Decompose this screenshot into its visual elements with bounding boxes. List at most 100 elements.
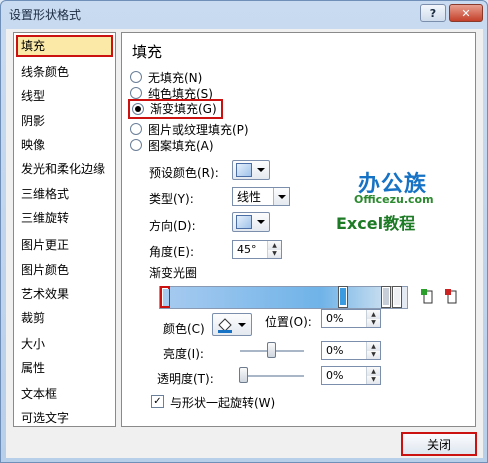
radio-indicator	[130, 139, 142, 151]
sidebar-item-properties[interactable]: 属性	[16, 357, 113, 379]
spin-down-icon[interactable]: ▼	[367, 318, 380, 327]
remove-gradient-stop-icon	[445, 289, 457, 304]
brightness-label: 亮度(I):	[163, 347, 204, 361]
spin-down-icon[interactable]: ▼	[268, 249, 281, 258]
sidebar-item-shadow[interactable]: 阴影	[16, 110, 113, 132]
gradient-stops-bar[interactable]	[159, 286, 408, 309]
stop-color	[163, 289, 169, 306]
preset-colors-label: 预设颜色(R):	[149, 166, 219, 180]
help-button[interactable]: ?	[420, 4, 446, 22]
sidebar-item-artistic-effects[interactable]: 艺术效果	[16, 283, 113, 305]
type-select[interactable]: 线性	[232, 187, 290, 206]
remove-stop-button[interactable]	[443, 288, 461, 306]
format-shape-dialog: 设置形状格式 ? ✕ 填充 线条颜色 线型 阴影 映像 发光和柔化边缘 三维格式…	[0, 0, 488, 463]
brightness-value: 0%	[326, 344, 344, 357]
sidebar-item-glow[interactable]: 发光和柔化边缘	[16, 158, 113, 180]
sidebar-item-crop[interactable]: 裁剪	[16, 307, 113, 329]
radio-no-fill[interactable]: 无填充(N)	[130, 69, 202, 85]
dialog-client: 填充 线条颜色 线型 阴影 映像 发光和柔化边缘 三维格式 三维旋转 图片更正 …	[6, 29, 483, 458]
chevron-down-icon	[257, 168, 265, 172]
spin-down-icon[interactable]: ▼	[367, 350, 380, 359]
gradient-stops-label: 渐变光圈	[149, 266, 198, 280]
rotate-with-shape-label: 与形状一起旋转(W)	[170, 396, 276, 410]
type-label: 类型(Y):	[149, 192, 194, 206]
transparency-spinner[interactable]: 0% ▲ ▼	[321, 366, 381, 385]
help-icon: ?	[429, 6, 437, 20]
gradient-stop-3[interactable]	[381, 286, 391, 308]
stop-color	[383, 288, 389, 305]
radio-indicator	[130, 123, 142, 135]
chevron-down-icon	[238, 322, 246, 327]
sidebar-item-3d-rotation[interactable]: 三维旋转	[16, 207, 113, 229]
watermark-url: Officezu.com	[354, 193, 434, 206]
color-label: 颜色(C)	[163, 322, 205, 336]
fill-panel: 填充 无填充(N) 纯色填充(S) 渐变填充(G) 图片或纹理填充(P) 图案填…	[121, 32, 476, 427]
close-icon: ✕	[461, 6, 471, 20]
direction-button[interactable]	[232, 212, 270, 232]
spin-up-icon[interactable]: ▲	[367, 310, 380, 319]
radio-gradient-fill[interactable]: 渐变填充(G)	[128, 99, 223, 119]
stop-color-button[interactable]	[212, 313, 252, 336]
angle-spinner[interactable]: 45° ▲ ▼	[232, 240, 282, 259]
radio-indicator-checked	[132, 103, 144, 115]
add-stop-button[interactable]	[419, 288, 437, 306]
panel-heading: 填充	[132, 43, 163, 61]
add-gradient-stop-icon	[421, 289, 433, 304]
radio-picture-fill[interactable]: 图片或纹理填充(P)	[130, 121, 249, 137]
sidebar-item-picture-color[interactable]: 图片颜色	[16, 259, 113, 281]
spinner-arrows[interactable]: ▲ ▼	[366, 310, 380, 327]
radio-indicator	[130, 87, 142, 99]
title-close-button[interactable]: ✕	[449, 4, 483, 22]
radio-pattern-fill[interactable]: 图案填充(A)	[130, 137, 214, 153]
chevron-down-icon	[277, 194, 286, 199]
watermark-caption: Excel教程	[336, 214, 416, 233]
sidebar-item-text-box[interactable]: 文本框	[16, 383, 113, 405]
spinner-arrows[interactable]: ▲ ▼	[267, 241, 281, 258]
gradient-stop-4[interactable]	[392, 286, 402, 308]
transparency-slider-track[interactable]	[240, 375, 304, 377]
sidebar-item-size[interactable]: 大小	[16, 333, 113, 355]
spin-up-icon[interactable]: ▲	[367, 342, 380, 351]
spinner-arrows[interactable]: ▲ ▼	[366, 367, 380, 384]
gradient-swatch-icon	[236, 163, 252, 177]
sidebar-item-3d-format[interactable]: 三维格式	[16, 183, 113, 205]
preset-colors-button[interactable]	[232, 160, 270, 180]
dropdown-button[interactable]	[273, 188, 289, 205]
type-value: 线性	[237, 190, 262, 204]
transparency-value: 0%	[326, 369, 344, 382]
sidebar-item-picture-corrections[interactable]: 图片更正	[16, 234, 113, 256]
gradient-stop-2[interactable]	[338, 286, 348, 308]
spin-down-icon[interactable]: ▼	[367, 375, 380, 384]
transparency-label: 透明度(T):	[157, 372, 214, 386]
direction-swatch-icon	[236, 215, 252, 229]
chevron-down-icon	[257, 220, 265, 224]
dialog-title: 设置形状格式	[9, 8, 82, 22]
spin-up-icon[interactable]: ▲	[367, 367, 380, 376]
paint-bucket-icon	[218, 317, 232, 333]
angle-value: 45°	[237, 243, 257, 256]
angle-label: 角度(E):	[149, 245, 194, 259]
position-label: 位置(O):	[265, 315, 312, 329]
transparency-slider-thumb[interactable]	[239, 367, 248, 383]
sidebar-item-reflection[interactable]: 映像	[16, 134, 113, 156]
radio-indicator	[130, 71, 142, 83]
gradient-stop-1[interactable]	[160, 286, 170, 308]
sidebar-item-line-color[interactable]: 线条颜色	[16, 61, 113, 83]
brightness-slider-thumb[interactable]	[267, 342, 276, 358]
position-spinner[interactable]: 0% ▲ ▼	[321, 309, 381, 328]
sidebar-item-fill[interactable]: 填充	[16, 35, 113, 57]
check-icon: ✓	[153, 396, 162, 407]
stop-color	[340, 288, 346, 305]
close-button-label: 关闭	[426, 437, 451, 452]
sidebar-item-alt-text[interactable]: 可选文字	[16, 407, 113, 429]
spinner-arrows[interactable]: ▲ ▼	[366, 342, 380, 359]
close-button[interactable]: 关闭	[401, 432, 477, 456]
rotate-with-shape-checkbox[interactable]: ✓	[151, 395, 164, 408]
stop-color	[394, 288, 400, 305]
brightness-spinner[interactable]: 0% ▲ ▼	[321, 341, 381, 360]
category-list: 填充 线条颜色 线型 阴影 映像 发光和柔化边缘 三维格式 三维旋转 图片更正 …	[13, 32, 116, 427]
sidebar-item-line-style[interactable]: 线型	[16, 85, 113, 107]
spin-up-icon[interactable]: ▲	[268, 241, 281, 250]
direction-label: 方向(D):	[149, 219, 196, 233]
title-bar: 设置形状格式 ? ✕	[1, 1, 487, 27]
